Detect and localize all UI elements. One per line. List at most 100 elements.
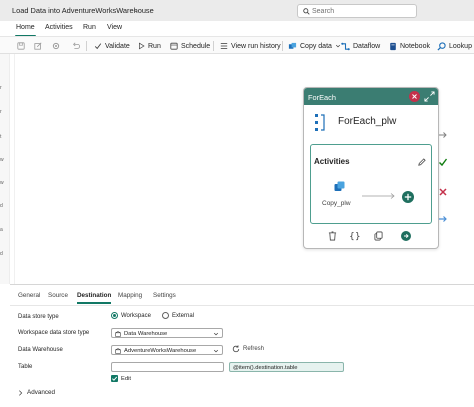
edit-activities-icon[interactable] (417, 158, 426, 167)
toolbar-divider (213, 41, 214, 51)
settings-button[interactable] (52, 40, 60, 52)
refresh-icon (232, 345, 240, 353)
table-label: Table (18, 364, 33, 370)
schedule-label: Schedule (181, 42, 211, 50)
refresh-button[interactable]: Refresh (232, 345, 264, 353)
properties-panel: General Source Destination Mapping Setti… (10, 284, 474, 407)
foreach-header: ForEach (304, 88, 438, 105)
left-pane-fragment: d (0, 251, 3, 257)
data-warehouse-select[interactable]: AdventureWorksWarehouse (111, 345, 223, 355)
notebook-button[interactable]: Notebook (389, 40, 430, 52)
add-activity-button[interactable] (402, 191, 414, 203)
radio-external[interactable]: External (162, 312, 194, 319)
edit-label: Edit (121, 375, 131, 382)
tab-divider (10, 305, 474, 306)
arrow-right-icon (362, 193, 395, 199)
arrow-right-icon (439, 132, 447, 138)
calendar-icon (170, 42, 178, 50)
edit-icon (34, 42, 42, 50)
save-button[interactable] (17, 40, 25, 52)
close-icon (412, 94, 417, 99)
tab-home[interactable]: Home (15, 24, 36, 37)
dataflow-label: Dataflow (353, 42, 381, 50)
refresh-label: Refresh (243, 346, 265, 352)
chevron-down-icon[interactable]: ⌄ (133, 6, 139, 14)
left-pane-fragment: r (0, 85, 2, 91)
edit-button[interactable] (34, 40, 42, 52)
on-completion-handle[interactable] (437, 213, 449, 225)
chevron-down-icon (213, 332, 219, 336)
delete-activity-button[interactable] (409, 91, 420, 102)
validate-button[interactable]: Validate (94, 40, 130, 52)
delete-icon[interactable] (328, 231, 337, 241)
on-skip-handle[interactable] (437, 129, 449, 141)
chevron-down-icon (213, 349, 219, 353)
checkmark-icon (112, 376, 118, 381)
copy-data-icon (288, 42, 297, 49)
copy-data-icon[interactable] (334, 181, 346, 193)
warehouse-icon (115, 347, 121, 354)
edit-checkbox[interactable]: Edit (111, 375, 131, 382)
foreach-name[interactable]: ForEach_plw (338, 116, 396, 127)
left-pane-fragment: a (0, 227, 3, 233)
radio-unselected-icon (162, 312, 169, 319)
toolbar: Validate Run Schedule View run history C… (0, 36, 474, 54)
chevron-right-icon (19, 389, 23, 396)
foreach-activity[interactable]: ForEach ForEach_plw Activities Copy_plw … (303, 87, 439, 249)
undo-icon (73, 42, 80, 49)
advanced-label: Advanced (27, 389, 56, 396)
activities-container[interactable]: Activities Copy_plw (310, 144, 432, 224)
activities-label: Activities (314, 157, 350, 166)
svg-text:{}: {} (349, 232, 360, 241)
tab-mapping[interactable]: Mapping (118, 292, 142, 299)
dataflow-button[interactable]: Dataflow (341, 40, 380, 52)
radio-workspace[interactable]: Workspace (111, 312, 151, 319)
on-success-handle[interactable] (437, 156, 449, 168)
notebook-icon (390, 42, 396, 50)
view-run-history-button[interactable]: View run history (220, 40, 281, 52)
tab-run[interactable]: Run (83, 24, 96, 31)
run-button[interactable]: Run (138, 40, 161, 52)
undo-button[interactable] (72, 40, 80, 52)
tab-activities[interactable]: Activities (45, 24, 73, 31)
advanced-toggle[interactable]: Advanced (18, 389, 55, 396)
toolbar-divider (86, 41, 87, 51)
dataflow-icon (341, 42, 350, 50)
radio-selected-icon (111, 312, 118, 319)
foreach-header-label: ForEach (308, 92, 336, 102)
tab-source[interactable]: Source (48, 292, 68, 299)
plus-icon (404, 193, 412, 201)
table-name-input[interactable]: @item().destination.table (229, 362, 344, 372)
collapse-icon[interactable] (424, 91, 435, 102)
data-store-type-label: Data store type (18, 314, 59, 320)
lookup-button[interactable]: Lookup (437, 40, 472, 52)
foreach-icon (315, 114, 325, 131)
data-warehouse-label: Data Warehouse (18, 347, 63, 353)
workspace-data-store-type-select[interactable]: Data Warehouse (111, 328, 223, 338)
search-icon (303, 8, 310, 15)
tab-view[interactable]: View (107, 24, 122, 31)
on-fail-handle[interactable] (437, 186, 449, 198)
inner-activity-name[interactable]: Copy_plw (322, 200, 351, 207)
tab-settings[interactable]: Settings (153, 292, 176, 299)
ribbon-tabs: Home Activities Run View (0, 21, 474, 37)
run-label: Run (148, 42, 161, 50)
arrow-right-icon (439, 216, 447, 222)
list-icon (220, 43, 228, 49)
data-warehouse-value: AdventureWorksWarehouse (124, 347, 197, 354)
checkbox-checked-icon (111, 375, 118, 382)
copy-data-button[interactable]: Copy data (288, 40, 341, 52)
title-bar: Load Data into AdventureWorksWarehouse ⌄… (0, 0, 474, 21)
notebook-label: Notebook (400, 42, 430, 50)
left-pane-fragment: w (0, 157, 4, 163)
table-schema-input[interactable] (111, 362, 224, 372)
save-icon (17, 42, 25, 50)
schedule-button[interactable]: Schedule (170, 40, 210, 52)
code-icon[interactable]: {} (349, 231, 360, 241)
search-input[interactable]: Search (297, 4, 417, 18)
next-activity-icon[interactable] (401, 231, 411, 241)
clone-icon[interactable] (374, 231, 383, 241)
tab-destination[interactable]: Destination (77, 292, 112, 304)
copy-data-label: Copy data (300, 42, 332, 50)
tab-general[interactable]: General (18, 292, 40, 299)
